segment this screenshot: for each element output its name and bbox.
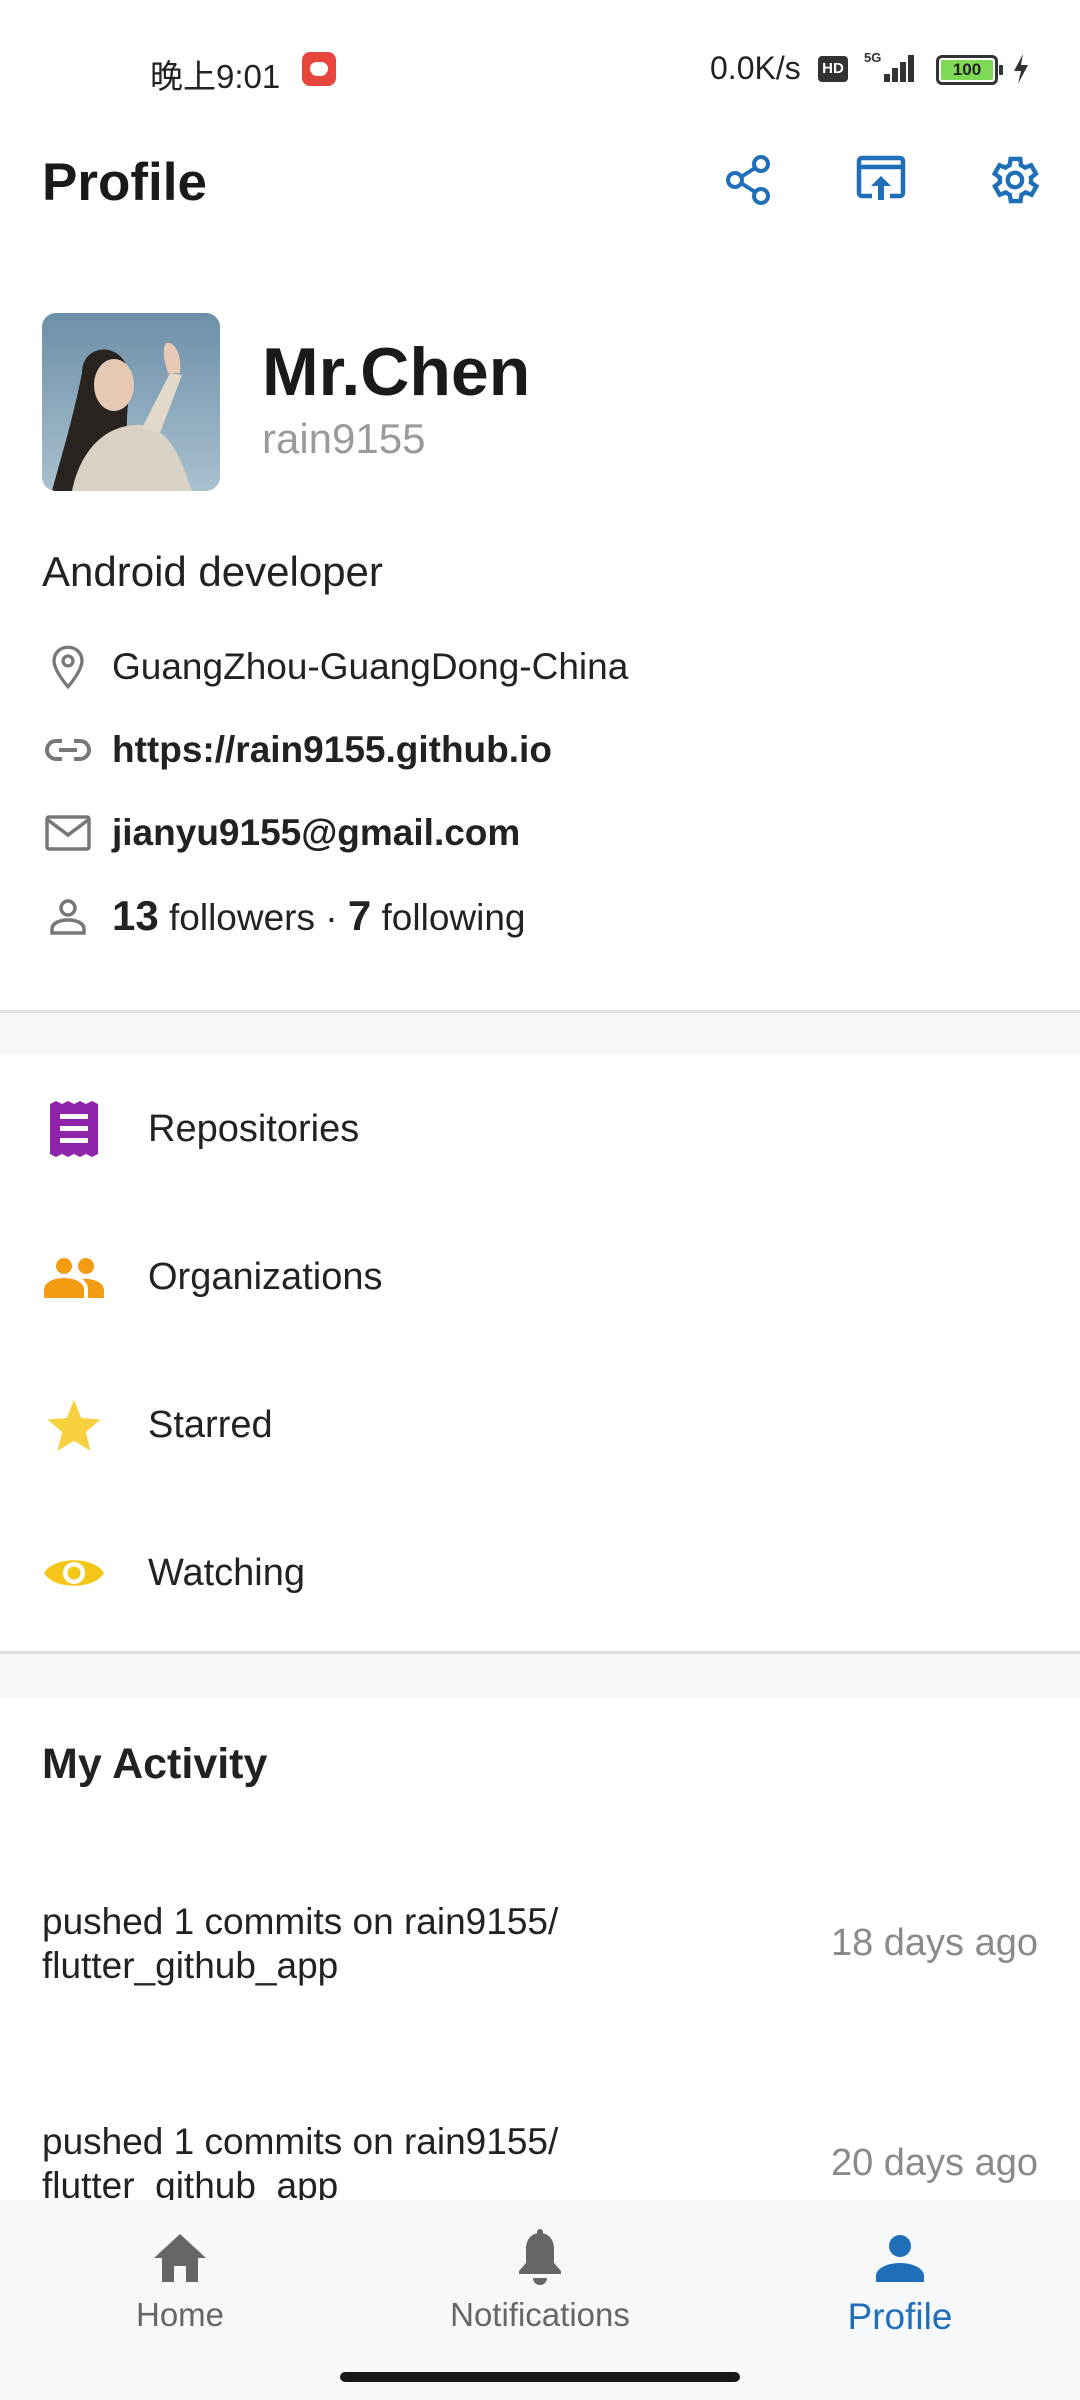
- email-row[interactable]: jianyu9155@gmail.com: [42, 803, 520, 863]
- activity-section-title: My Activity: [42, 1740, 268, 1788]
- following-label[interactable]: following: [382, 897, 526, 938]
- signal-icon: 5G: [862, 50, 920, 84]
- menu-repositories[interactable]: Repositories: [0, 1055, 1080, 1203]
- followers-label[interactable]: followers: [169, 897, 315, 938]
- share-button[interactable]: [714, 145, 784, 215]
- menu-starred[interactable]: Starred: [0, 1351, 1080, 1499]
- activity-description: pushed 1 commits on rain9155/ flutter_gi…: [42, 1900, 662, 1988]
- repositories-icon: [42, 1097, 106, 1161]
- bell-icon: [510, 2228, 570, 2288]
- bottom-navigation: Home Notifications Profile: [0, 2200, 1080, 2400]
- activity-line-1: pushed 1 commits on rain9155/: [42, 2121, 559, 2162]
- menu-watching-label: Watching: [148, 1551, 305, 1594]
- nav-home[interactable]: Home: [30, 2228, 330, 2348]
- battery-level: 100: [941, 60, 993, 80]
- nav-profile[interactable]: Profile: [750, 2228, 1050, 2348]
- charging-icon: [1014, 54, 1028, 84]
- activity-line-1: pushed 1 commits on rain9155/: [42, 1901, 559, 1942]
- location-text: GuangZhou-GuangDong-China: [112, 646, 629, 687]
- following-count[interactable]: 7: [348, 892, 371, 939]
- person-outline-icon: [42, 890, 94, 942]
- settings-button[interactable]: [978, 145, 1048, 215]
- link-icon: [42, 724, 94, 776]
- network-speed: 0.0K/s: [710, 50, 801, 86]
- battery-icon: 100: [936, 55, 1003, 85]
- star-icon: [42, 1393, 106, 1457]
- activity-time: 18 days ago: [830, 1922, 1038, 1964]
- followers-count[interactable]: 13: [112, 892, 159, 939]
- menu-repositories-label: Repositories: [148, 1107, 360, 1150]
- activity-item[interactable]: pushed 1 commits on rain9155/ flutter_gi…: [0, 2120, 1080, 2200]
- signal-label: 5G: [864, 50, 882, 65]
- menu-starred-label: Starred: [148, 1403, 273, 1446]
- email-link[interactable]: jianyu9155@gmail.com: [112, 812, 520, 854]
- nav-notifications-label: Notifications: [450, 2296, 630, 2333]
- person-icon: [870, 2228, 930, 2288]
- follow-text: 13 followers · 7 following: [112, 892, 526, 940]
- profile-name: Mr.Chen: [262, 334, 531, 410]
- page-title: Profile: [42, 153, 207, 212]
- follow-separator: ·: [325, 897, 338, 938]
- section-gap: [0, 1654, 1080, 1698]
- avatar[interactable]: [42, 313, 220, 491]
- organizations-icon: [42, 1245, 106, 1309]
- profile-login: rain9155: [262, 415, 426, 462]
- follow-row: 13 followers · 7 following: [42, 886, 526, 946]
- home-indicator[interactable]: [340, 2372, 740, 2382]
- activity-description: pushed 1 commits on rain9155/ flutter_gi…: [42, 2120, 662, 2200]
- hd-icon: HD: [818, 56, 848, 82]
- menu-watching[interactable]: Watching: [0, 1499, 1080, 1647]
- activity-time: 20 days ago: [830, 2142, 1038, 2184]
- open-in-browser-icon: [856, 155, 906, 200]
- activity-repo: flutter_github_app: [42, 2165, 339, 2200]
- nav-home-label: Home: [135, 2296, 225, 2333]
- share-icon: [726, 155, 770, 205]
- menu-organizations-label: Organizations: [148, 1255, 383, 1298]
- blog-row[interactable]: https://rain9155.github.io: [42, 720, 552, 780]
- home-icon: [150, 2228, 210, 2288]
- status-time: 晚上9:01: [150, 58, 281, 95]
- app-notification-icon: [302, 52, 336, 86]
- open-in-browser-button[interactable]: [846, 145, 916, 215]
- profile-bio: Android developer: [42, 548, 383, 595]
- settings-icon: [991, 156, 1040, 204]
- location-icon: [42, 641, 94, 693]
- nav-profile-label: Profile: [847, 2296, 953, 2337]
- section-gap: [0, 1013, 1080, 1055]
- status-bar: 晚上9:01 0.0K/s HD 5G 100: [0, 0, 1080, 140]
- location-row: GuangZhou-GuangDong-China: [42, 637, 628, 697]
- mail-icon: [42, 807, 94, 859]
- nav-notifications[interactable]: Notifications: [390, 2228, 690, 2348]
- avatar-image: [42, 313, 220, 491]
- activity-repo: flutter_github_app: [42, 1945, 339, 1986]
- blog-link[interactable]: https://rain9155.github.io: [112, 729, 552, 771]
- eye-icon: [42, 1541, 106, 1605]
- menu-organizations[interactable]: Organizations: [0, 1203, 1080, 1351]
- activity-item[interactable]: pushed 1 commits on rain9155/ flutter_gi…: [0, 1900, 1080, 2060]
